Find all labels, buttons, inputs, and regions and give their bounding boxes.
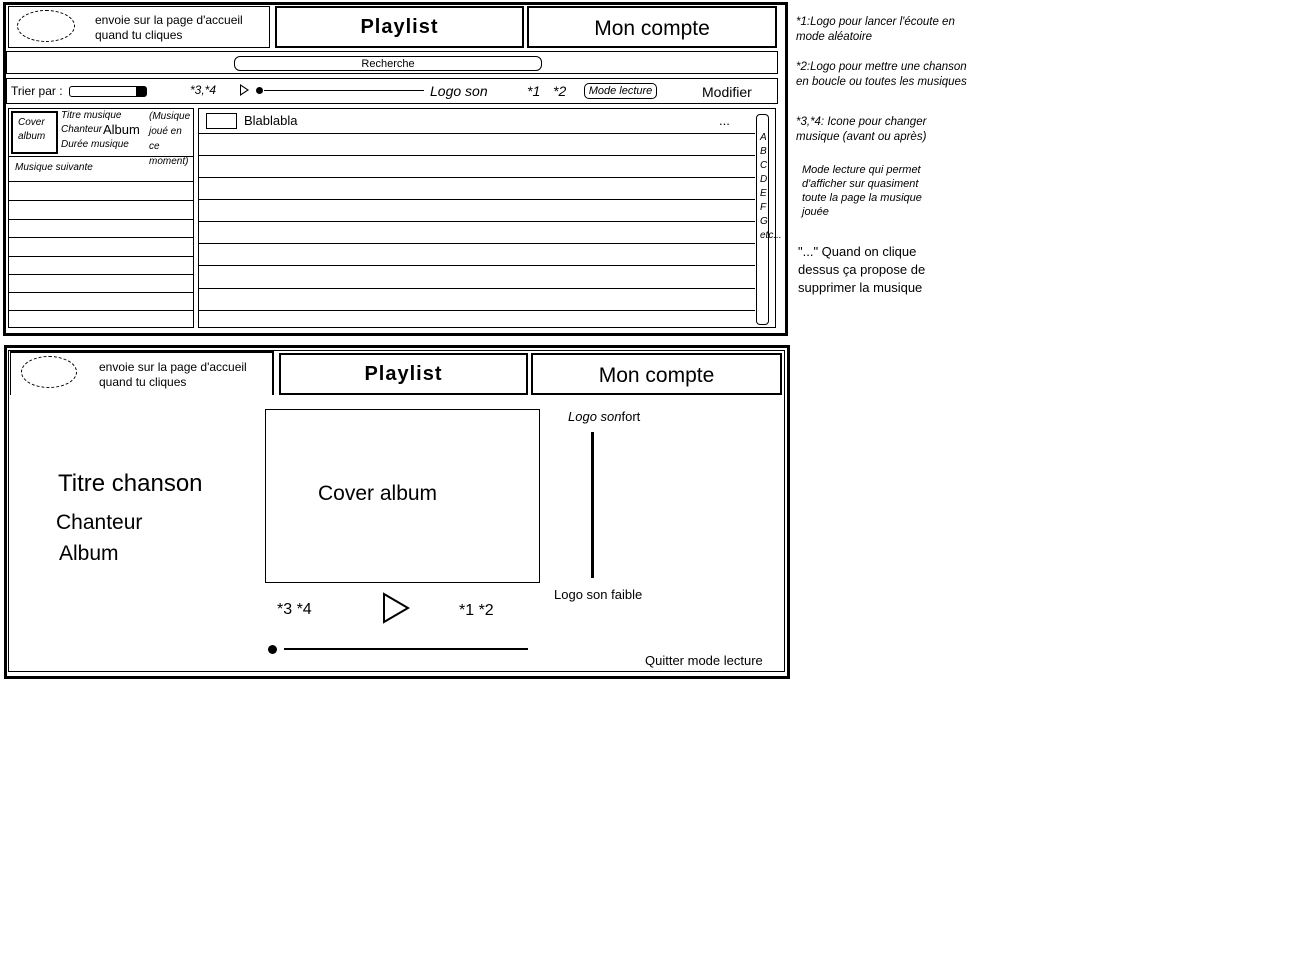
track-more-button[interactable]: ... xyxy=(719,113,730,128)
playlist-tab[interactable]: Playlist xyxy=(279,353,528,395)
alpha-letter[interactable]: G xyxy=(760,215,768,229)
quit-mode-button[interactable]: Quitter mode lecture xyxy=(645,653,763,668)
duration-label: Durée musique xyxy=(61,139,129,150)
prev-next-marker[interactable]: *3,*4 xyxy=(190,83,216,97)
album-name: Album xyxy=(59,542,119,565)
now-playing-divider xyxy=(8,156,194,157)
singer-name: Chanteur xyxy=(56,511,143,534)
playlist-row[interactable] xyxy=(198,177,755,178)
playlist-row[interactable] xyxy=(198,221,755,222)
account-tab[interactable]: Mon compte xyxy=(531,353,782,395)
cover-album-box: Cover album xyxy=(265,409,540,583)
track-title-label: Titre musique xyxy=(61,110,122,121)
shuffle-loop-marker[interactable]: *1 *2 xyxy=(459,602,494,620)
queue-row[interactable] xyxy=(8,310,194,311)
home-logo-cell[interactable]: envoie sur la page d'accueil quand tu cl… xyxy=(8,6,270,48)
search-label: Recherche xyxy=(361,57,415,70)
queue-title: Musique suivante xyxy=(15,162,93,173)
sort-label: Trier par : xyxy=(11,84,63,98)
progress-bar[interactable] xyxy=(284,648,528,650)
now-playing-note: (Musique joué en ce moment) xyxy=(149,111,191,167)
volume-slider[interactable] xyxy=(591,432,594,578)
note-more: "..." Quand on clique dessus ça propose … xyxy=(798,244,926,295)
note-loop: *2:Logo pour mettre une chanson en boucl… xyxy=(796,61,967,88)
progress-knob[interactable] xyxy=(268,645,277,654)
prev-next-marker[interactable]: *3 *4 xyxy=(277,601,312,619)
progress-knob[interactable] xyxy=(256,87,263,94)
playlist-row[interactable] xyxy=(198,243,755,244)
song-title: Titre chanson xyxy=(58,470,203,497)
search-input[interactable]: Recherche xyxy=(234,56,542,71)
playlist-row[interactable] xyxy=(198,133,755,134)
note-mode-lecture: Mode lecture qui permet d'afficher sur q… xyxy=(802,164,922,218)
playlist-row[interactable] xyxy=(198,310,755,311)
queue-row[interactable] xyxy=(8,292,194,293)
alpha-letter[interactable]: C xyxy=(760,159,767,173)
now-playing-cover: Cover album xyxy=(11,111,58,154)
playlist-tab-label: Playlist xyxy=(364,362,443,385)
play-icon[interactable] xyxy=(240,84,249,96)
play-icon-svg xyxy=(383,592,410,624)
queue-row[interactable] xyxy=(8,181,194,182)
edit-button[interactable]: Modifier xyxy=(702,84,752,100)
track-checkbox[interactable] xyxy=(206,113,237,129)
volume-high-label: Logo son xyxy=(568,409,622,424)
alpha-letter[interactable]: A xyxy=(760,131,767,145)
mode-lecture-button[interactable]: Mode lecture xyxy=(584,83,657,99)
queue-row[interactable] xyxy=(8,256,194,257)
playlist-tab[interactable]: Playlist xyxy=(275,6,524,48)
playlist-panel xyxy=(198,108,776,328)
progress-bar[interactable] xyxy=(264,90,424,91)
mode-lecture-label: Mode lecture xyxy=(588,85,653,97)
playlist-row[interactable] xyxy=(198,155,755,156)
queue-row[interactable] xyxy=(8,219,194,220)
account-tab-label: Mon compte xyxy=(594,17,710,40)
volume-high-suffix: fort xyxy=(621,409,641,424)
alpha-letter[interactable]: D xyxy=(760,173,767,187)
alpha-letter[interactable]: etc... xyxy=(760,229,782,243)
playlist-row[interactable] xyxy=(198,199,755,200)
playlist-row[interactable] xyxy=(198,288,755,289)
home-logo-cell[interactable]: envoie sur la page d'accueil quand tu cl… xyxy=(10,351,274,395)
volume-low-label[interactable]: Logo son faible xyxy=(554,587,642,602)
account-tab-label: Mon compte xyxy=(598,364,715,387)
sound-logo-label[interactable]: Logo son xyxy=(430,83,488,99)
logo-placeholder-icon xyxy=(21,356,77,388)
account-tab[interactable]: Mon compte xyxy=(527,6,777,48)
shuffle-marker[interactable]: *1 xyxy=(527,83,540,99)
logo-placeholder-icon xyxy=(17,10,75,42)
note-shuffle: *1:Logo pour lancer l'écoute en mode alé… xyxy=(796,16,955,43)
note-prev-next: *3,*4: Icone pour changer musique (avant… xyxy=(796,116,927,143)
logo-caption: envoie sur la page d'accueil quand tu cl… xyxy=(95,13,243,42)
cover-album-label: Cover album xyxy=(318,482,438,505)
play-icon[interactable] xyxy=(382,592,410,624)
alpha-letter[interactable]: E xyxy=(760,187,767,201)
queue-row[interactable] xyxy=(8,274,194,275)
logo-caption: envoie sur la page d'accueil quand tu cl… xyxy=(99,360,247,389)
alpha-letter[interactable]: F xyxy=(760,201,766,215)
sort-dropdown[interactable] xyxy=(69,86,147,97)
volume-high-label-group[interactable]: Logo sonfort xyxy=(568,409,640,424)
track-title[interactable]: Blablabla xyxy=(244,113,298,128)
queue-row[interactable] xyxy=(8,237,194,238)
queue-row[interactable] xyxy=(8,200,194,201)
playlist-tab-label: Playlist xyxy=(360,15,439,38)
playlist-row[interactable] xyxy=(198,265,755,266)
sort-dropdown-handle xyxy=(136,87,146,96)
loop-marker[interactable]: *2 xyxy=(553,83,566,99)
album-label: Album xyxy=(103,122,140,137)
alpha-letter[interactable]: B xyxy=(760,145,767,159)
now-playing-cover-label: Cover album xyxy=(18,117,46,142)
singer-label: Chanteur xyxy=(61,124,103,135)
